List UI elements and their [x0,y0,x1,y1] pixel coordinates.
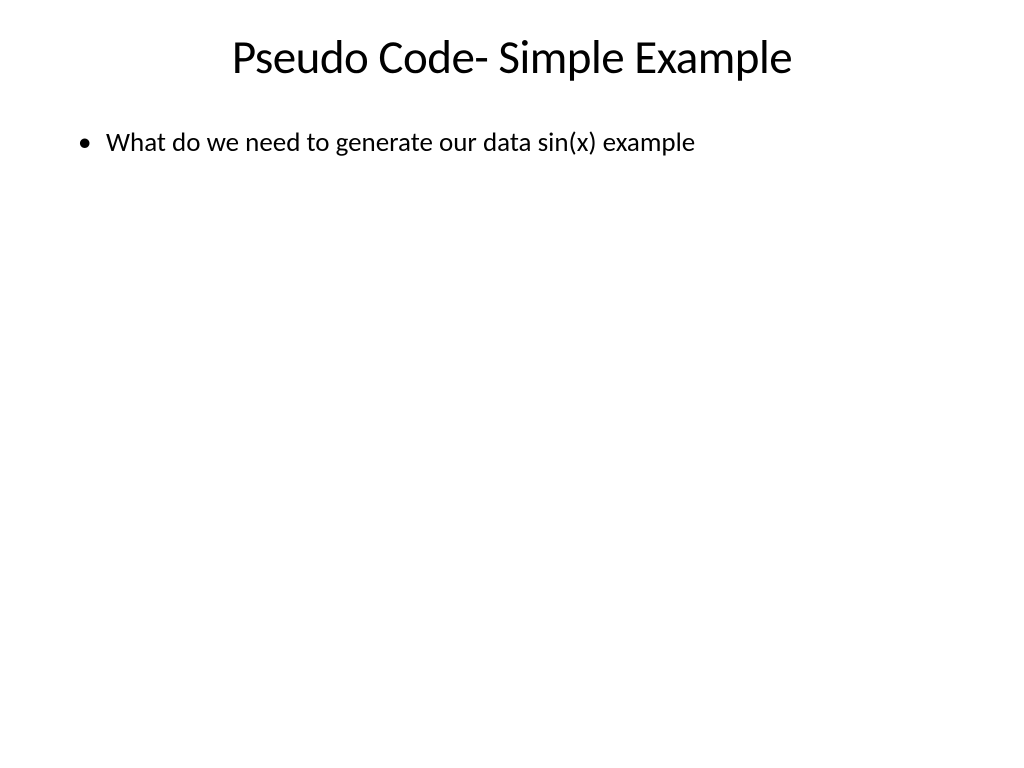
slide-content: What do we need to generate our data sin… [60,124,964,162]
bullet-item: What do we need to generate our data sin… [78,124,964,162]
slide-container: Pseudo Code- Simple Example What do we n… [0,0,1024,768]
slide-title: Pseudo Code- Simple Example [60,28,964,86]
bullet-list: What do we need to generate our data sin… [78,124,964,162]
